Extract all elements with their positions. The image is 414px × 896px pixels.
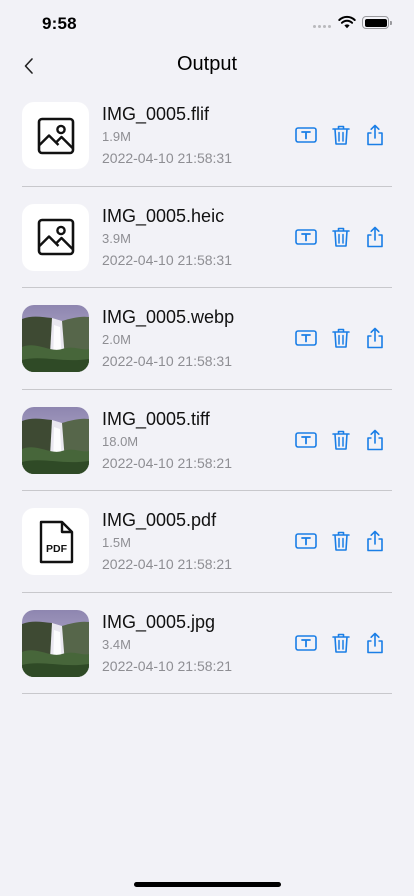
rename-button[interactable] [294,631,318,655]
file-date: 2022-04-10 21:58:31 [102,353,232,369]
image-placeholder-icon [22,102,89,169]
file-name: IMG_0005.jpg [102,611,216,632]
delete-button[interactable] [329,428,353,452]
file-size: 3.4M [102,636,131,652]
share-icon [367,429,383,450]
file-date: 2022-04-10 21:58:21 [102,556,232,572]
file-name: IMG_0005.tiff [102,408,210,429]
waterfall-photo [22,609,89,677]
wifi-icon [338,15,356,29]
page-title: Output [176,53,238,75]
rename-icon [295,228,317,245]
file-size: 1.5M [102,535,131,550]
delete-button[interactable] [329,225,353,249]
rename-button[interactable] [294,123,318,147]
file-size: 1.9M [102,129,131,144]
rename-icon [295,634,317,651]
file-name: IMG_0005.flif [102,104,210,124]
rename-icon [295,330,317,346]
file-row[interactable]: PDF IMG_0005.pdf 1.5M 2022-04-10 21:58:2… [22,491,392,593]
file-date: 2022-04-10 21:58:21 [102,454,232,471]
waterfall-photo [22,305,89,372]
share-icon [367,530,383,552]
trash-icon [332,227,350,247]
cellular-signal-icon [313,25,331,28]
file-list: IMG_0005.flif 1.9M 2022-04-10 21:58:31 I… [22,85,392,694]
trash-icon [332,531,350,551]
rename-icon [295,533,317,549]
row-actions [294,529,392,553]
share-button[interactable] [363,631,387,655]
rename-button[interactable] [294,529,318,553]
file-row[interactable]: IMG_0005.flif 1.9M 2022-04-10 21:58:31 [22,85,392,187]
file-date: 2022-04-10 21:58:21 [102,657,232,674]
rename-button[interactable] [294,428,318,452]
file-date: 2022-04-10 21:58:31 [102,150,232,166]
rename-icon [295,431,317,448]
rename-icon [295,127,317,143]
rename-button[interactable] [294,326,318,350]
file-row[interactable]: IMG_0005.webp 2.0M 2022-04-10 21:58:31 [22,288,392,390]
file-size: 3.9M [102,230,131,246]
file-row[interactable]: IMG_0005.heic 3.9M 2022-04-10 21:58:31 [22,187,392,288]
share-icon [367,226,383,247]
delete-button[interactable] [329,631,353,655]
file-row[interactable]: IMG_0005.tiff 18.0M 2022-04-10 21:58:21 [22,390,392,491]
row-actions [294,631,392,655]
file-size: 18.0M [102,433,139,449]
status-time: 9:58 [42,14,77,33]
share-button[interactable] [363,225,387,249]
battery-icon [362,16,392,29]
pdf-label: PDF [46,543,68,555]
trash-icon [332,125,350,145]
image-placeholder-icon [22,203,89,271]
row-actions [294,225,392,249]
navigation-bar: Output [0,44,414,88]
row-actions [294,326,392,350]
file-size: 2.0M [102,332,131,347]
delete-button[interactable] [329,123,353,147]
rename-button[interactable] [294,225,318,249]
file-name: IMG_0005.heic [102,205,225,226]
file-name: IMG_0005.webp [102,307,235,327]
share-icon [367,124,383,146]
file-name: IMG_0005.pdf [102,510,217,530]
trash-icon [332,633,350,653]
pdf-file-icon: PDF [22,508,89,575]
row-actions [294,123,392,147]
share-icon [367,327,383,349]
home-indicator[interactable] [134,882,281,887]
share-icon [367,632,383,653]
row-actions [294,428,392,452]
trash-icon [332,430,350,450]
output-screen: 9:58 Output IMG_0005.flif 1.9M 2022-04-1… [0,0,414,896]
waterfall-photo [22,406,89,474]
file-date: 2022-04-10 21:58:31 [102,251,232,268]
share-button[interactable] [363,529,387,553]
delete-button[interactable] [329,326,353,350]
share-button[interactable] [363,428,387,452]
delete-button[interactable] [329,529,353,553]
trash-icon [332,328,350,348]
share-button[interactable] [363,326,387,350]
share-button[interactable] [363,123,387,147]
status-bar: 9:58 [0,0,414,46]
file-row[interactable]: IMG_0005.jpg 3.4M 2022-04-10 21:58:21 [22,593,392,694]
